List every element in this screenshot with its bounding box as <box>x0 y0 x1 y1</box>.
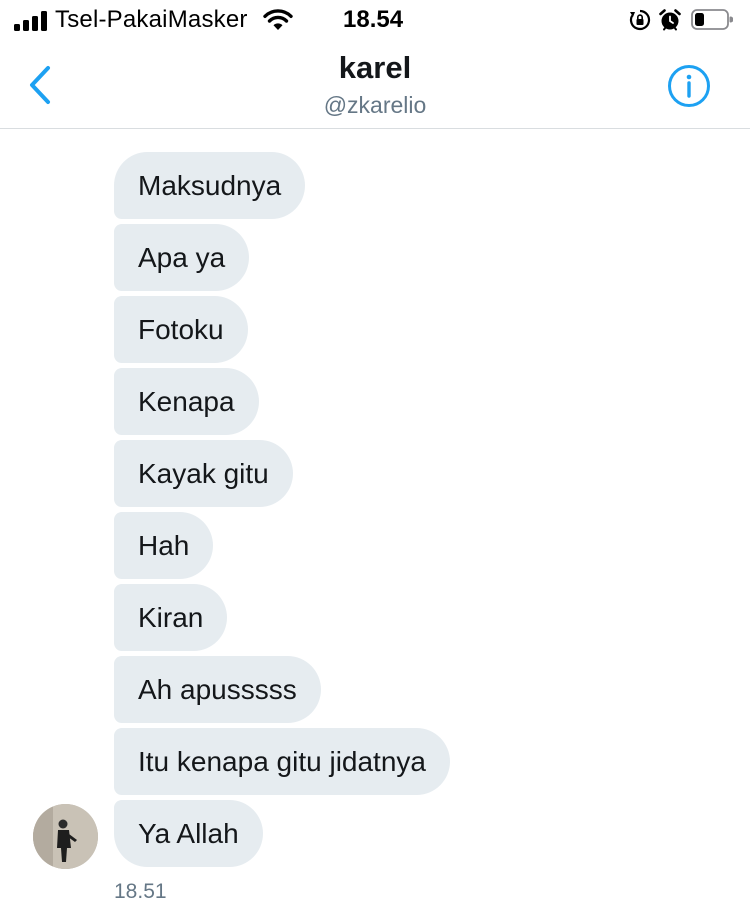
message-bubble[interactable]: Kiran <box>114 584 228 651</box>
avatar-photo <box>33 804 98 869</box>
message-timestamp: 18.51 <box>114 880 167 903</box>
message-bubble[interactable]: Ya Allah <box>114 800 263 867</box>
wifi-icon <box>263 9 293 30</box>
message-bubble[interactable]: Kayak gitu <box>114 440 293 507</box>
message-bubble[interactable]: Maksudnya <box>114 152 306 219</box>
info-icon[interactable] <box>667 64 711 108</box>
message-bubble[interactable]: Ah apusssss <box>114 656 321 723</box>
rotation-lock-icon <box>629 9 651 31</box>
status-time: 18.54 <box>343 6 404 33</box>
alarm-icon <box>659 9 681 31</box>
message-bubble[interactable]: Fotoku <box>114 296 248 363</box>
message-bubble[interactable]: Apa ya <box>114 224 250 291</box>
battery-icon <box>691 9 733 30</box>
conversation-header: karel @zkarelio <box>0 40 750 129</box>
message-thread: Maksudnya Apa ya Fotoku Kenapa Kayak git… <box>0 128 750 916</box>
contact-handle: @zkarelio <box>323 92 427 118</box>
avatar[interactable] <box>33 804 98 869</box>
carrier-name: Tsel-PakaiMasker <box>55 6 248 33</box>
message-bubble[interactable]: Hah <box>114 512 214 579</box>
status-bar: Tsel-PakaiMasker 18.54 <box>0 0 750 40</box>
message-bubble[interactable]: Itu kenapa gitu jidatnya <box>114 728 450 795</box>
signal-icon <box>14 11 48 31</box>
message-bubble[interactable]: Kenapa <box>114 368 259 435</box>
contact-name: karel <box>338 50 412 85</box>
